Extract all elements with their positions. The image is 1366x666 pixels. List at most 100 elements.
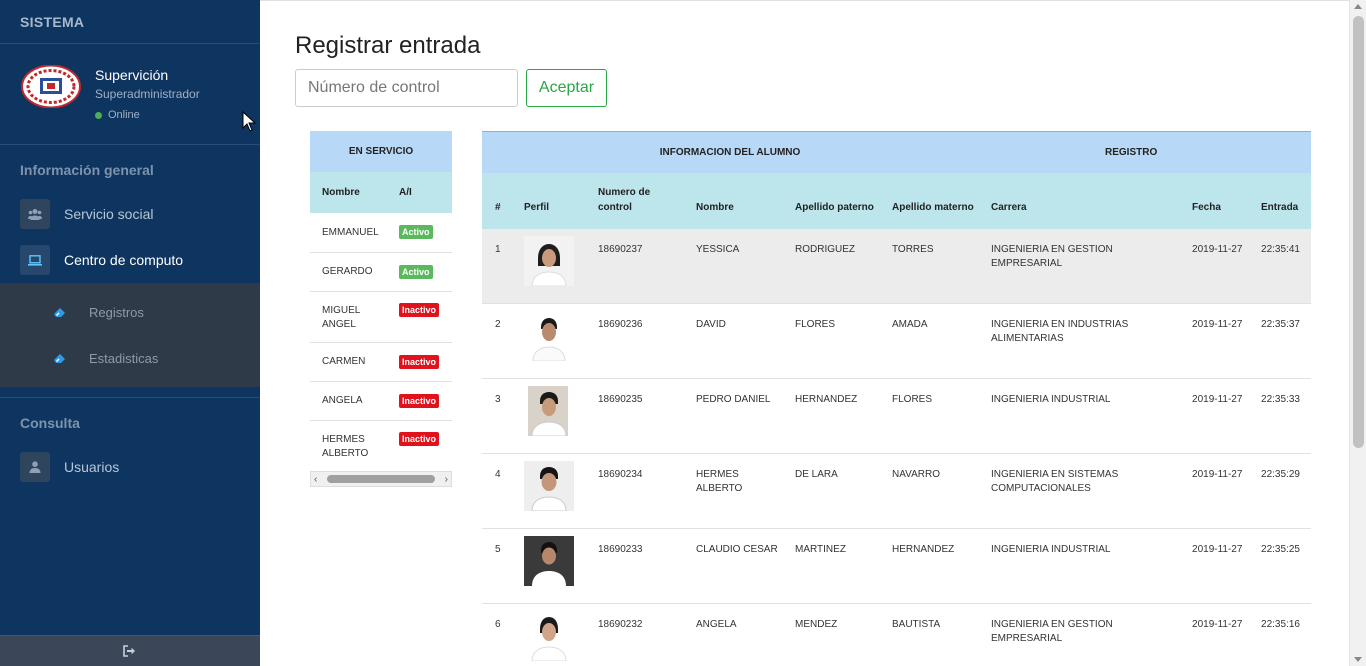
sidebar-item-centro-de-computo[interactable]: Centro de computo [0,237,260,283]
student-name: HERMES ALBERTO [683,453,782,529]
entry-time: 22:35:37 [1248,303,1312,379]
status-badge: Inactivo [399,302,440,317]
control-number: 18690236 [585,303,683,379]
service-name: MIGUEL ANGEL [310,291,387,343]
accept-button[interactable]: Aceptar [526,69,607,107]
control-number: 18690234 [585,453,683,529]
column-header: Nombre [683,172,782,229]
student-name: DAVID [683,303,782,379]
page-title: Registrar entrada [295,32,481,59]
students-table: INFORMACION DEL ALUMNO REGISTRO # Perfil… [482,131,1312,666]
table-row: 2 18690236 DAVID FLORES AMADA INGENIERIA… [482,303,1312,379]
institution-logo [21,65,81,108]
sign-out-icon [123,645,135,657]
brand-title: SISTEMA [0,0,260,44]
service-panel: EN SERVICIO Nombre A/I EMMANUEL Activo G… [310,131,452,487]
column-header: Entrada [1248,172,1312,229]
table-row: 1 18690237 YESSICA RODRIGUEZ TORRES INGE… [482,228,1312,304]
student-paterno: RODRIGUEZ [782,228,879,304]
laptop-icon [20,245,50,275]
entry-time: 22:35:33 [1248,378,1312,454]
service-name: HERMES ALBERTO [322,433,369,459]
entry-date: 2019-11-27 [1179,228,1249,304]
table-row: 6 18690232 ANGELA MENDEZ BAUTISTA INGENI… [482,603,1312,666]
control-number: 18690233 [585,528,683,604]
scroll-left-icon[interactable]: ‹ [314,474,317,485]
student-career: INGENIERIA INDUSTRIAL [978,378,1180,454]
user-role: Superadministrador [95,87,200,101]
column-header: A/I [387,172,452,213]
status-badge: Activo [399,225,433,240]
service-table: EN SERVICIO Nombre A/I EMMANUEL Activo G… [310,131,452,471]
row-number: 5 [482,528,511,604]
table-row: MIGUEL ANGEL Inactivo [310,291,452,343]
vertical-scrollbar[interactable] [1349,0,1366,666]
sidebar-item-usuarios[interactable]: Usuarios [0,444,260,490]
entry-time: 22:35:16 [1248,603,1312,666]
group-header-student-info: INFORMACION DEL ALUMNO [482,131,979,173]
row-number: 1 [482,228,511,304]
profile-photo [524,611,574,661]
group-header-registro: REGISTRO [978,131,1312,173]
student-career: INGENIERIA EN GESTION EMPRESARIAL [978,603,1180,666]
user-status-label: Online [108,109,140,121]
logout-button[interactable] [0,635,260,666]
column-header: Apellido paterno [782,172,879,229]
sidebar-item-servicio-social[interactable]: Servicio social [0,191,260,237]
scrollbar-thumb[interactable] [327,475,435,483]
entry-date: 2019-11-27 [1179,303,1249,379]
student-name: PEDRO DANIEL [683,378,782,454]
service-name: GERARDO [310,252,387,292]
scrollbar-thumb[interactable] [1353,16,1364,448]
section-title-general: Información general [20,162,154,178]
table-row: ANGELA Inactivo [310,381,452,421]
entry-date: 2019-11-27 [1179,378,1249,454]
section-title-consulta: Consulta [20,415,80,431]
entry-time: 22:35:25 [1248,528,1312,604]
student-paterno: HERNANDEZ [782,378,879,454]
row-number: 6 [482,603,511,666]
table-row: GERARDO Activo [310,252,452,292]
horizontal-scrollbar[interactable]: ‹ › [310,471,452,487]
user-panel: Supervición Superadministrador Online [0,44,260,145]
sidebar-item-label: Servicio social [64,206,154,222]
profile-photo [524,536,574,586]
scroll-up-icon[interactable] [1354,4,1362,9]
student-name: YESSICA [683,228,782,304]
student-paterno: MENDEZ [782,603,879,666]
students-panel: INFORMACION DEL ALUMNO REGISTRO # Perfil… [482,131,1312,666]
profile-photo [524,311,574,361]
mouse-cursor-icon [242,111,256,132]
student-paterno: FLORES [782,303,879,379]
entry-date: 2019-11-27 [1179,453,1249,529]
scroll-down-icon[interactable] [1354,657,1362,662]
user-icon [20,452,50,482]
row-number: 2 [482,303,511,379]
sidebar-subitem-label: Registros [89,304,144,320]
student-materno: FLORES [879,378,979,454]
student-materno: HERNANDEZ [879,528,979,604]
entry-time: 22:35:29 [1248,453,1312,529]
student-name: ANGELA [683,603,782,666]
eraser-icon [54,354,65,363]
profile-photo [524,386,574,436]
entry-date: 2019-11-27 [1179,528,1249,604]
student-career: INGENIERIA INDUSTRIAL [978,528,1180,604]
profile-photo [524,235,574,286]
sidebar-subitem-registros[interactable]: Registros [0,289,260,335]
column-header: Carrera [978,172,1180,229]
student-materno: BAUTISTA [879,603,979,666]
profile-photo [524,461,574,511]
column-header: Apellido materno [879,172,979,229]
sidebar-item-label: Usuarios [64,459,120,475]
user-name: Supervición [95,67,169,83]
control-number: 18690237 [585,228,683,304]
student-career: INGENIERIA EN INDUSTRIAS ALIMENTARIAS [978,303,1180,379]
sidebar-subitem-estadisticas[interactable]: Estadisticas [0,335,260,381]
student-materno: TORRES [879,228,979,304]
scroll-right-icon[interactable]: › [445,474,448,485]
control-number-input[interactable] [295,69,518,107]
status-badge: Inactivo [399,431,440,446]
table-row: 4 18690234 HERMES ALBERTO DE LARA NAVARR… [482,453,1312,529]
eraser-icon [54,308,65,317]
